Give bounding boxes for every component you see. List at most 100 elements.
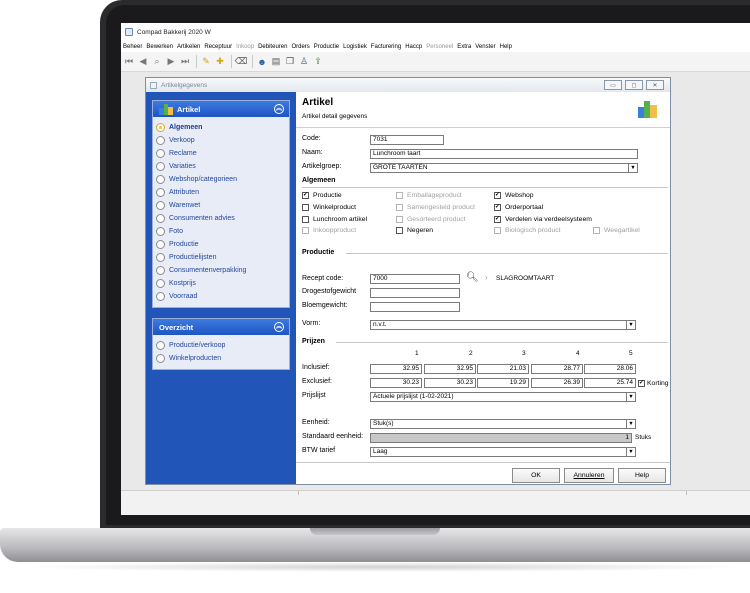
sidebar-item-algemeen[interactable]: Algemeen [156, 121, 286, 134]
checkbox-samengesteld-product[interactable]: Samengesteld product [396, 204, 475, 211]
vorm-select[interactable]: n.v.t. ▼ [370, 320, 636, 330]
export-icon[interactable]: ⇪ [312, 56, 324, 68]
checkbox-webshop[interactable]: ✓ Webshop [494, 192, 534, 199]
menu-item-personeel[interactable]: Personeel [426, 44, 453, 50]
price-incl-field[interactable]: 21.03 [477, 364, 529, 374]
price-excl-field[interactable]: 25.74 [584, 378, 636, 388]
btw-select[interactable]: Laag ▼ [370, 447, 636, 457]
dropdown-arrow-icon[interactable]: ▼ [626, 321, 635, 329]
eenheid-value: Stuk(s) [373, 420, 394, 427]
dropdown-arrow-icon[interactable]: ▼ [626, 420, 635, 428]
new-record-icon[interactable]: ✚ [214, 56, 226, 68]
sidebar-item-foto[interactable]: Foto [156, 225, 286, 238]
close-icon[interactable]: ✕ [646, 80, 664, 90]
sidebar-item-variaties[interactable]: Variaties [156, 160, 286, 173]
checkbox-emballageproduct[interactable]: Emballageproduct [396, 192, 462, 199]
annuleren-button[interactable]: Annuleren [564, 468, 614, 483]
checkbox-productie[interactable]: ✓ Productie [302, 192, 342, 199]
previous-record-icon[interactable]: ◀ [137, 56, 149, 68]
user-icon[interactable]: ♙ [298, 56, 310, 68]
checkbox-label: Korting [647, 380, 669, 387]
copy-document-icon[interactable]: ❐ [284, 56, 296, 68]
dropdown-arrow-icon[interactable]: ▼ [626, 393, 635, 401]
menu-item-receptuur[interactable]: Receptuur [204, 44, 232, 50]
users-icon[interactable]: ☻ [256, 56, 268, 68]
radio-icon [156, 266, 165, 275]
checkbox-negeren[interactable]: Negeren [396, 227, 433, 234]
sidebar-item-productie[interactable]: Productie [156, 238, 286, 251]
sidebar-item-kostprijs[interactable]: Kostprijs [156, 277, 286, 290]
last-record-icon[interactable]: ⏭ [179, 56, 191, 68]
radio-icon [156, 354, 165, 363]
checkbox-winkelproduct[interactable]: Winkelproduct [302, 204, 356, 211]
search-icon[interactable]: 🔍︎ [466, 272, 479, 283]
code-label: Code: [302, 135, 321, 142]
menu-item-beheer[interactable]: Beheer [123, 44, 142, 50]
menu-item-haccp[interactable]: Haccp [405, 44, 422, 50]
price-incl-field[interactable]: 32.95 [370, 364, 422, 374]
maximize-icon[interactable]: ◻ [625, 80, 643, 90]
dropdown-arrow-icon[interactable]: ▼ [628, 164, 637, 172]
naam-field[interactable]: Lunchroom taart [370, 149, 638, 159]
first-record-icon[interactable]: ⏮ [123, 56, 135, 68]
price-incl-field[interactable]: 28.77 [531, 364, 583, 374]
drogestofgewicht-field[interactable] [370, 288, 460, 298]
menu-item-logistiek[interactable]: Logistiek [343, 44, 367, 50]
sidebar-item-consumenten-advies[interactable]: Consumenten advies [156, 212, 286, 225]
menu-item-productie[interactable]: Productie [314, 44, 339, 50]
minimize-icon[interactable]: ▭ [604, 80, 622, 90]
menu-item-facturering[interactable]: Facturering [371, 44, 401, 50]
artikelgroep-select[interactable]: GROTE TAARTEN ▼ [370, 163, 638, 173]
menu-item-debiteuren[interactable]: Debiteuren [258, 44, 287, 50]
sidebar-item-webshop[interactable]: Webshop/categorieen [156, 173, 286, 186]
menu-item-artikelen[interactable]: Artikelen [177, 44, 200, 50]
menu-item-extra[interactable]: Extra [457, 44, 471, 50]
sidebar-item-attributen[interactable]: Attributen [156, 186, 286, 199]
menu-item-inkoop[interactable]: Inkoop [236, 44, 254, 50]
sidebar-item-verkoop[interactable]: Verkoop [156, 134, 286, 147]
sidebar-item-warenwet[interactable]: Warenwet [156, 199, 286, 212]
overzicht-panel-header[interactable]: Overzicht ︽ [153, 319, 289, 335]
price-incl-field[interactable]: 32.95 [424, 364, 476, 374]
checkbox-orderportaal[interactable]: ✓ Orderportaal [494, 204, 543, 211]
document-icon[interactable]: ▤ [270, 56, 282, 68]
collapse-chevron-icon[interactable]: ︽ [274, 322, 284, 332]
menu-item-help[interactable]: Help [500, 44, 512, 50]
sidebar-item-productielijsten[interactable]: Productielijsten [156, 251, 286, 264]
dropdown-arrow-icon[interactable]: ▼ [626, 448, 635, 456]
checkbox-korting[interactable]: ✓ Korting [638, 380, 669, 387]
prijslijst-select[interactable]: Actuele prijslijst (1-02-2021) ▼ [370, 392, 636, 402]
sidebar-item-consumentenverpakking[interactable]: Consumentenverpakking [156, 264, 286, 277]
code-field[interactable]: 7031 [370, 135, 444, 145]
checkbox-weegartikel[interactable]: Weegartikel [593, 227, 640, 234]
sidebar-item-winkelproducten[interactable]: Winkelproducten [156, 352, 286, 365]
menu-item-venster[interactable]: Venster [475, 44, 495, 50]
price-incl-field[interactable]: 28.06 [584, 364, 636, 374]
checkbox-icon [396, 216, 403, 223]
search-record-icon[interactable]: ⌕ [151, 56, 163, 68]
price-excl-field[interactable]: 26.39 [531, 378, 583, 388]
edit-pencil-icon[interactable]: ✎ [200, 56, 212, 68]
collapse-chevron-icon[interactable]: ︽ [274, 104, 284, 114]
checkbox-biologisch-product[interactable]: Biologisch product [494, 227, 561, 234]
ok-button[interactable]: OK [512, 468, 560, 483]
price-excl-field[interactable]: 30.23 [370, 378, 422, 388]
menu-item-bewerken[interactable]: Bewerken [146, 44, 173, 50]
checkbox-verdelen[interactable]: ✓ Verdelen via verdeelsysteem [494, 216, 592, 223]
help-button[interactable]: Help [618, 468, 666, 483]
checkbox-inkoopproduct[interactable]: Inkoopproduct [302, 227, 356, 234]
sidebar-item-reclame[interactable]: Reclame [156, 147, 286, 160]
menu-item-orders[interactable]: Orders [291, 44, 309, 50]
checkbox-gesorteerd-product[interactable]: Gesorteerd product [396, 216, 466, 223]
checkbox-lunchroom-artikel[interactable]: Lunchroom artikel [302, 216, 367, 223]
price-excl-field[interactable]: 19.29 [477, 378, 529, 388]
sidebar-item-productie-verkoop[interactable]: Productie/verkoop [156, 339, 286, 352]
eenheid-select[interactable]: Stuk(s) ▼ [370, 419, 636, 429]
next-record-icon[interactable]: ▶ [165, 56, 177, 68]
recept-code-field[interactable]: 7000 [370, 274, 460, 284]
artikel-panel-header[interactable]: Artikel ︽ [153, 101, 289, 117]
sidebar-item-voorraad[interactable]: Voorraad [156, 290, 286, 303]
price-excl-field[interactable]: 30.23 [424, 378, 476, 388]
bloemgewicht-field[interactable] [370, 302, 460, 312]
eraser-icon[interactable]: ⌫ [235, 56, 248, 68]
